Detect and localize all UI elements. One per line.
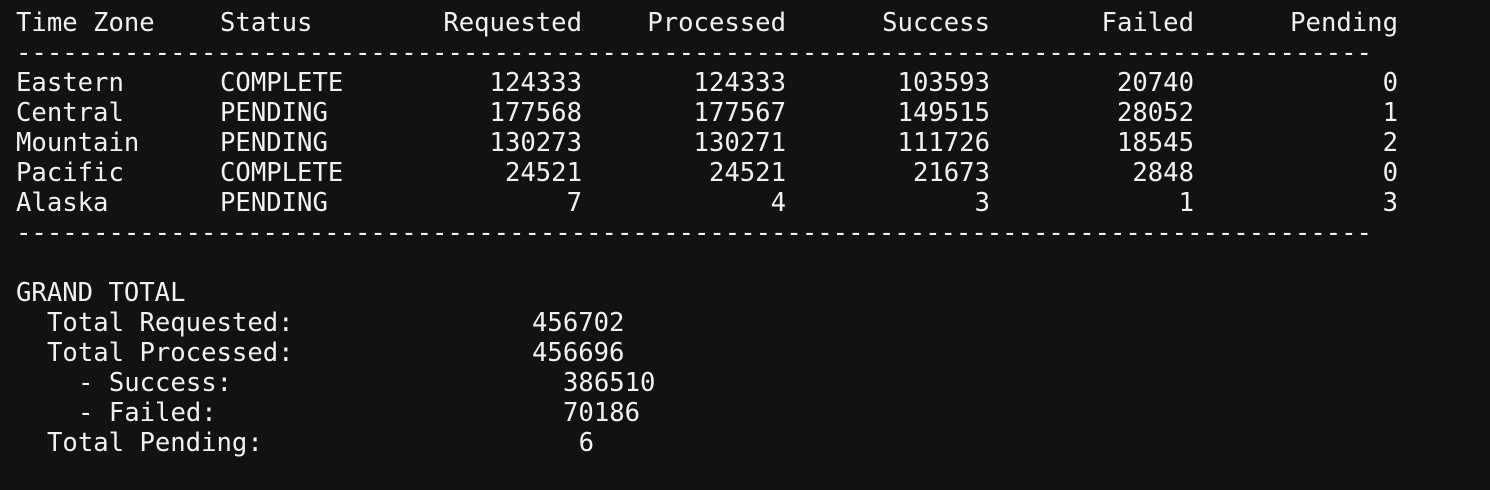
header-success: Success: [882, 8, 990, 38]
table-header: Time Zone Status Requested Processed Suc…: [16, 8, 1416, 38]
summary-total-pending: Total Pending: 6: [16, 428, 1416, 458]
summary-success: - Success: 386510: [16, 368, 1416, 398]
header-processed: Processed: [647, 8, 786, 38]
cell-success: 149515: [897, 98, 990, 128]
summary-failed: - Failed: 70186: [16, 398, 1416, 428]
header-pending: Pending: [1290, 8, 1398, 38]
cell-pending: 2: [1382, 128, 1398, 158]
cell-processed: 177567: [693, 98, 786, 128]
summary-label: Total Requested:: [47, 308, 294, 338]
summary-label: Total Processed:: [47, 338, 294, 368]
cell-success: 111726: [897, 128, 990, 158]
summary-title: GRAND TOTAL: [16, 278, 186, 308]
cell-requested: 124333: [489, 68, 582, 98]
summary-total-processed: Total Processed: 456696: [16, 338, 1416, 368]
cell-requested: 177568: [489, 98, 582, 128]
header-failed: Failed: [1101, 8, 1194, 38]
cell-zone: Eastern: [16, 68, 124, 98]
table-row: Pacific COMPLETE 24521 24521 21673 2848 …: [16, 158, 1416, 188]
terminal-output: Time Zone Status Requested Processed Suc…: [16, 8, 1416, 458]
cell-pending: 0: [1382, 158, 1398, 188]
cell-requested: 7: [566, 188, 582, 218]
cell-zone: Alaska: [16, 188, 109, 218]
table-row: Eastern COMPLETE 124333 124333 103593 20…: [16, 68, 1416, 98]
summary-label: - Failed:: [78, 398, 217, 428]
cell-zone: Pacific: [16, 158, 124, 188]
cell-processed: 24521: [708, 158, 786, 188]
cell-status: COMPLETE: [220, 68, 344, 98]
cell-failed: 1: [1178, 188, 1194, 218]
cell-requested: 24521: [504, 158, 582, 188]
cell-zone: Mountain: [16, 128, 140, 158]
cell-success: 103593: [897, 68, 990, 98]
header-requested: Requested: [443, 8, 582, 38]
cell-processed: 4: [770, 188, 786, 218]
cell-pending: 0: [1382, 68, 1398, 98]
summary-value: 456696: [532, 338, 625, 368]
cell-failed: 20740: [1116, 68, 1194, 98]
cell-zone: Central: [16, 98, 124, 128]
summary-label: Total Pending:: [47, 428, 263, 458]
table-row: Mountain PENDING 130273 130271 111726 18…: [16, 128, 1416, 158]
separator-top: ----------------------------------------…: [16, 38, 1372, 68]
summary-total-requested: Total Requested: 456702: [16, 308, 1416, 338]
cell-status: PENDING: [220, 128, 328, 158]
cell-processed: 124333: [693, 68, 786, 98]
header-status: Status: [220, 8, 313, 38]
cell-status: PENDING: [220, 188, 328, 218]
header-time-zone: Time Zone: [16, 8, 155, 38]
cell-processed: 130271: [693, 128, 786, 158]
cell-status: COMPLETE: [220, 158, 344, 188]
summary-value: 70186: [563, 398, 641, 428]
summary-title-row: GRAND TOTAL: [16, 278, 1416, 308]
cell-failed: 28052: [1116, 98, 1194, 128]
cell-failed: 18545: [1116, 128, 1194, 158]
cell-pending: 3: [1382, 188, 1398, 218]
summary-label: - Success:: [78, 368, 233, 398]
summary-value: 386510: [563, 368, 656, 398]
cell-status: PENDING: [220, 98, 328, 128]
cell-requested: 130273: [489, 128, 582, 158]
cell-success: 3: [974, 188, 990, 218]
cell-failed: 2848: [1132, 158, 1194, 188]
cell-success: 21673: [912, 158, 990, 188]
cell-pending: 1: [1382, 98, 1398, 128]
summary-value: 6: [578, 428, 594, 458]
summary-value: 456702: [532, 308, 625, 338]
table-row: Central PENDING 177568 177567 149515 280…: [16, 98, 1416, 128]
table-row: Alaska PENDING 7 4 3 1 3: [16, 188, 1416, 218]
separator-bottom: ----------------------------------------…: [16, 218, 1372, 248]
